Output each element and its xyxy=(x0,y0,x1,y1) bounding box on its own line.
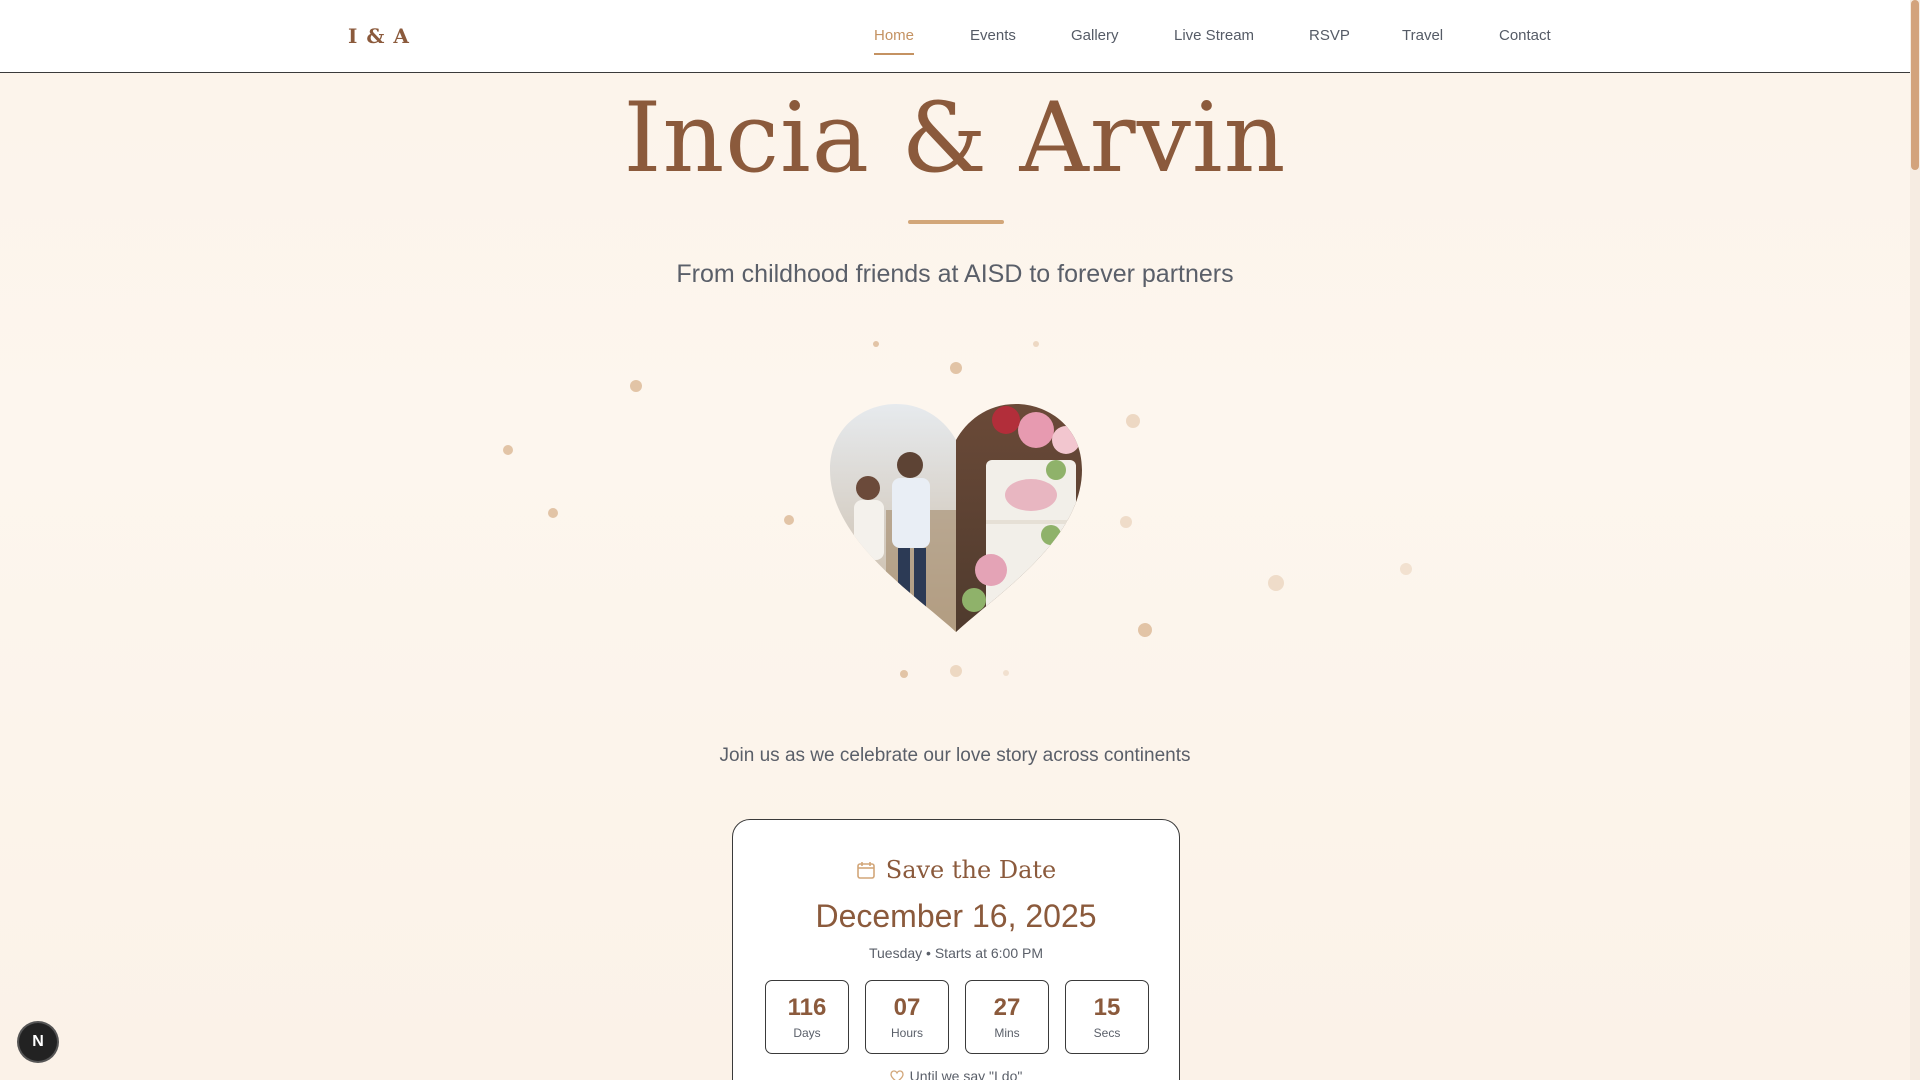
title-divider xyxy=(908,220,1004,224)
nav-item-travel[interactable]: Travel xyxy=(1402,27,1443,44)
countdown-label: Hours xyxy=(890,1026,923,1040)
heart-photo-icon xyxy=(830,404,1082,632)
countdown-label: Days xyxy=(793,1026,821,1040)
decor-dot xyxy=(503,445,513,455)
card-heading: Save the Date xyxy=(733,856,1179,886)
until-text-row: Until we say "I do" xyxy=(733,1068,1179,1080)
decor-dot xyxy=(950,362,962,374)
heart-photo-collage xyxy=(826,400,1086,640)
nav-item-contact[interactable]: Contact xyxy=(1499,27,1551,44)
nav-menu: Home Events Gallery Live Stream RSVP Tra… xyxy=(0,27,1910,57)
decor-dot xyxy=(1400,563,1412,575)
countdown-label: Mins xyxy=(994,1026,1020,1040)
decor-dot xyxy=(1138,623,1152,637)
wedding-details: Tuesday • Starts at 6:00 PM xyxy=(868,945,1043,961)
next-dev-badge[interactable]: N xyxy=(19,1023,57,1061)
couple-names-title: Incia & Arvin xyxy=(623,82,1287,194)
decor-dot xyxy=(784,515,794,525)
decor-dot xyxy=(630,380,642,392)
top-nav: I & A Home Events Gallery Live Stream RS… xyxy=(0,0,1910,73)
countdown-value: 07 xyxy=(893,994,921,1021)
until-text: Until we say "I do" xyxy=(909,1068,1023,1080)
heart-icon xyxy=(890,1070,904,1080)
invite-text: Join us as we celebrate our love story a… xyxy=(719,745,1191,766)
countdown-secs: 15 Secs xyxy=(1065,980,1149,1054)
countdown-label: Secs xyxy=(1093,1026,1121,1040)
save-the-date-card: Save the Date December 16, 2025 Tuesday … xyxy=(732,819,1180,1080)
decor-dot xyxy=(1126,414,1140,428)
nav-item-gallery[interactable]: Gallery xyxy=(1071,27,1119,44)
scrollbar-thumb[interactable] xyxy=(1911,0,1919,170)
nav-item-live-stream[interactable]: Live Stream xyxy=(1174,27,1254,44)
decor-dot xyxy=(1120,516,1132,528)
calendar-icon xyxy=(856,858,876,886)
decor-dot xyxy=(1033,341,1039,347)
decor-dot xyxy=(873,341,879,347)
wedding-date: December 16, 2025 xyxy=(815,898,1097,934)
decor-dot xyxy=(950,665,962,677)
nav-item-home[interactable]: Home xyxy=(874,27,915,55)
decor-dot xyxy=(1268,575,1284,591)
countdown-hours: 07 Hours xyxy=(865,980,949,1054)
countdown-value: 27 xyxy=(993,994,1021,1021)
nav-item-events[interactable]: Events xyxy=(970,27,1016,44)
save-the-date-heading: Save the Date xyxy=(885,856,1057,884)
decor-dot xyxy=(1003,670,1009,676)
nav-item-rsvp[interactable]: RSVP xyxy=(1309,27,1350,44)
countdown-value: 15 xyxy=(1093,994,1121,1021)
countdown-mins: 27 Mins xyxy=(965,980,1049,1054)
hero-tagline: From childhood friends at AISD to foreve… xyxy=(676,260,1234,288)
countdown: 116 Days 07 Hours 27 Mins 15 Secs xyxy=(765,980,1149,1054)
decor-dot xyxy=(900,670,908,678)
decor-dot xyxy=(548,508,558,518)
countdown-value: 116 xyxy=(787,994,827,1021)
countdown-days: 116 Days xyxy=(765,980,849,1054)
